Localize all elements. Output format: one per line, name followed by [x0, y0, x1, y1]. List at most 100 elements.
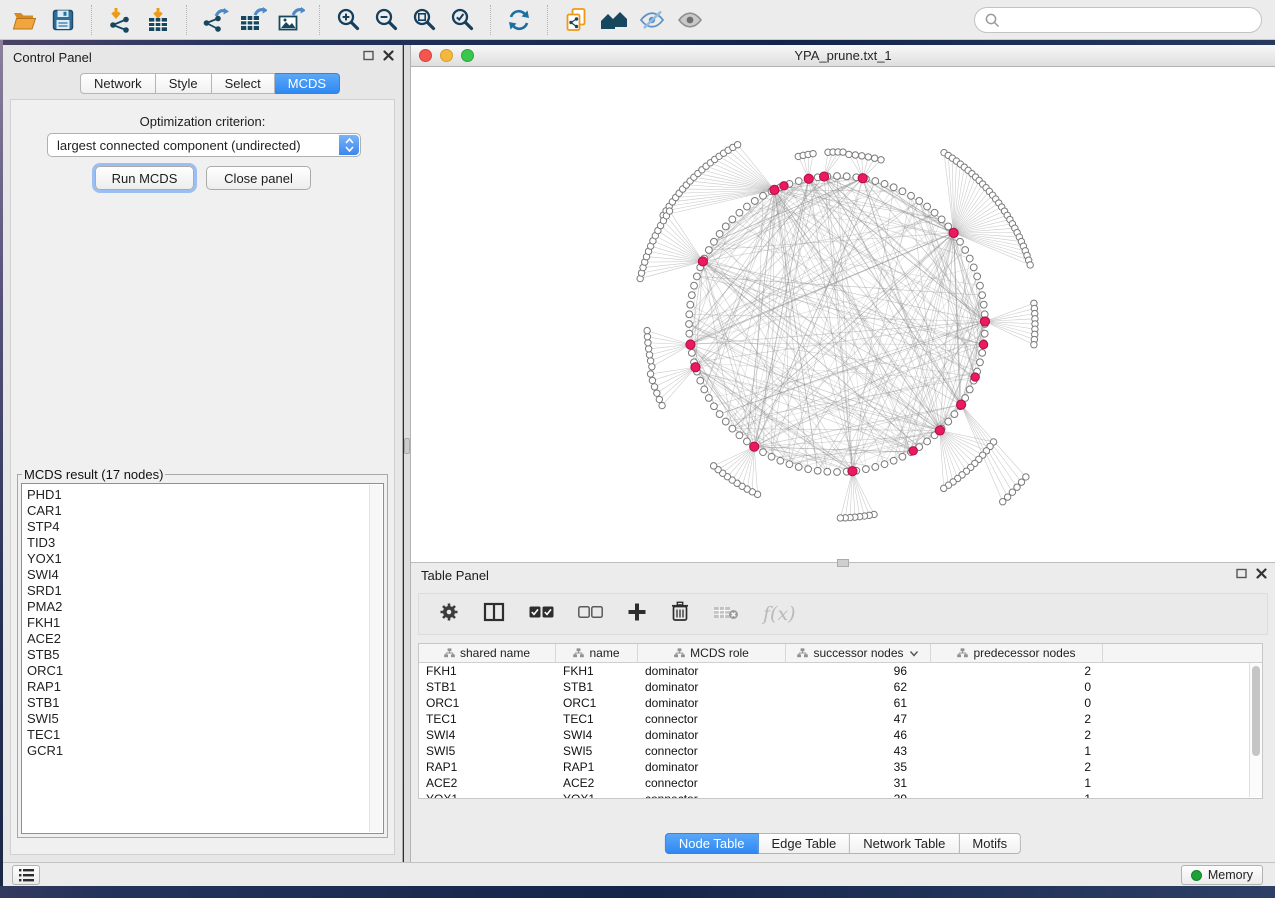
- mcds-node-item[interactable]: STB5: [27, 647, 383, 663]
- close-panel-button[interactable]: Close panel: [206, 166, 311, 190]
- network-node[interactable]: [962, 247, 969, 254]
- criterion-select[interactable]: largest connected component (undirected): [47, 133, 361, 157]
- mcds-node-item[interactable]: STP4: [27, 519, 383, 535]
- mcds-node-item[interactable]: YOX1: [27, 551, 383, 567]
- zoom-out-button[interactable]: [367, 3, 405, 37]
- network-node[interactable]: [711, 238, 718, 245]
- mcds-node[interactable]: [698, 257, 707, 266]
- network-node[interactable]: [795, 464, 802, 471]
- export-network-button[interactable]: [196, 3, 234, 37]
- network-node[interactable]: [705, 247, 712, 254]
- mcds-node[interactable]: [686, 340, 695, 349]
- network-node[interactable]: [729, 216, 736, 223]
- network-node[interactable]: [768, 453, 775, 460]
- network-node[interactable]: [881, 180, 888, 187]
- column-header-MCDS-role[interactable]: MCDS role: [638, 644, 786, 662]
- network-leaf-node[interactable]: [734, 142, 740, 148]
- network-node[interactable]: [722, 223, 729, 230]
- network-leaf-node[interactable]: [645, 346, 651, 352]
- network-leaf-node[interactable]: [941, 485, 947, 491]
- tab-edge-table[interactable]: Edge Table: [758, 833, 850, 854]
- network-node[interactable]: [966, 386, 973, 393]
- network-node[interactable]: [716, 231, 723, 238]
- close-window-icon[interactable]: [419, 49, 432, 62]
- memory-button[interactable]: Memory: [1181, 865, 1263, 885]
- column-header-predecessor-nodes[interactable]: predecessor nodes: [931, 644, 1103, 662]
- network-node[interactable]: [834, 469, 841, 476]
- network-node[interactable]: [693, 273, 700, 280]
- network-node[interactable]: [862, 466, 869, 473]
- network-node[interactable]: [744, 438, 751, 445]
- network-leaf-node[interactable]: [647, 371, 653, 377]
- network-node[interactable]: [697, 377, 704, 384]
- table-row[interactable]: FKH1FKH1dominator962: [419, 663, 1249, 679]
- network-node[interactable]: [688, 292, 695, 299]
- mcds-node[interactable]: [980, 317, 989, 326]
- network-node[interactable]: [924, 438, 931, 445]
- table-row[interactable]: RAP1RAP1dominator352: [419, 759, 1249, 775]
- network-leaf-node[interactable]: [666, 208, 672, 214]
- network-node[interactable]: [736, 432, 743, 439]
- mcds-node[interactable]: [957, 400, 966, 409]
- network-leaf-node[interactable]: [710, 463, 716, 469]
- mcds-node-item[interactable]: RAP1: [27, 679, 383, 695]
- network-leaf-node[interactable]: [649, 364, 655, 370]
- zoom-fit-button[interactable]: [405, 3, 443, 37]
- tab-network-table[interactable]: Network Table: [850, 833, 959, 854]
- network-node[interactable]: [931, 209, 938, 216]
- clone-network-button[interactable]: [557, 3, 595, 37]
- mcds-node-item[interactable]: GCR1: [27, 743, 383, 759]
- tab-mcds[interactable]: MCDS: [275, 73, 340, 94]
- zoom-selected-button[interactable]: [443, 3, 481, 37]
- vertical-splitter[interactable]: [404, 45, 411, 862]
- table-row[interactable]: STB1STB1dominator620: [419, 679, 1249, 695]
- mcds-node[interactable]: [750, 442, 759, 451]
- mcds-node-item[interactable]: FKH1: [27, 615, 383, 631]
- mcds-node-item[interactable]: ACE2: [27, 631, 383, 647]
- network-leaf-node[interactable]: [878, 157, 884, 163]
- network-leaf-node[interactable]: [859, 153, 865, 159]
- close-panel-icon[interactable]: [383, 50, 394, 61]
- mcds-node-item[interactable]: ORC1: [27, 663, 383, 679]
- column-header-name[interactable]: name: [556, 644, 638, 662]
- network-node[interactable]: [691, 282, 698, 289]
- network-node[interactable]: [890, 457, 897, 464]
- mcds-list-scrollbar[interactable]: [369, 485, 382, 832]
- network-leaf-node[interactable]: [644, 334, 650, 340]
- network-node[interactable]: [945, 418, 952, 425]
- deselect-all-button[interactable]: [578, 605, 603, 623]
- network-node[interactable]: [872, 464, 879, 471]
- network-node[interactable]: [814, 467, 821, 474]
- network-node[interactable]: [899, 453, 906, 460]
- network-window-titlebar[interactable]: YPA_prune.txt_1: [411, 45, 1275, 67]
- network-node[interactable]: [711, 403, 718, 410]
- export-image-button[interactable]: [272, 3, 310, 37]
- search-input[interactable]: [1006, 13, 1251, 28]
- table-scrollbar[interactable]: [1249, 663, 1262, 797]
- network-node[interactable]: [687, 301, 694, 308]
- mcds-node-item[interactable]: TID3: [27, 535, 383, 551]
- network-node[interactable]: [686, 330, 693, 337]
- show-columns-button[interactable]: [483, 602, 505, 627]
- network-node[interactable]: [970, 264, 977, 271]
- search-field[interactable]: [974, 7, 1262, 33]
- open-file-button[interactable]: [6, 3, 44, 37]
- network-leaf-node[interactable]: [647, 358, 653, 364]
- network-leaf-node[interactable]: [651, 384, 657, 390]
- network-node[interactable]: [795, 178, 802, 185]
- import-table-button[interactable]: [139, 3, 177, 37]
- network-node[interactable]: [701, 386, 708, 393]
- network-node[interactable]: [834, 173, 841, 180]
- mcds-node-item[interactable]: CAR1: [27, 503, 383, 519]
- network-node[interactable]: [974, 273, 981, 280]
- mcds-node-item[interactable]: SWI5: [27, 711, 383, 727]
- network-node[interactable]: [980, 301, 987, 308]
- mcds-node[interactable]: [848, 467, 857, 476]
- network-node[interactable]: [872, 178, 879, 185]
- table-row[interactable]: SWI4SWI4dominator462: [419, 727, 1249, 743]
- network-node[interactable]: [751, 198, 758, 205]
- network-node[interactable]: [916, 198, 923, 205]
- mcds-node[interactable]: [804, 174, 813, 183]
- export-table-button[interactable]: [234, 3, 272, 37]
- network-node[interactable]: [686, 311, 693, 318]
